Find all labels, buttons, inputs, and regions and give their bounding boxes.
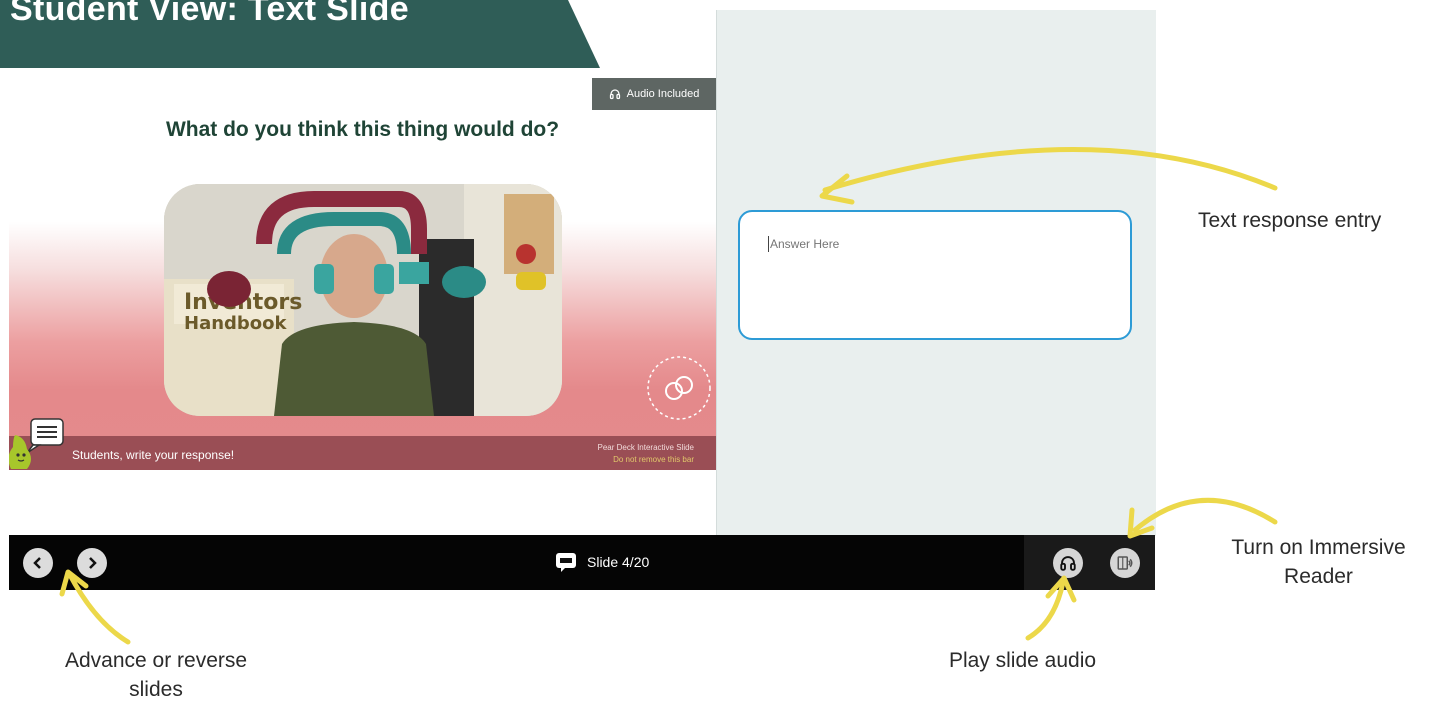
annotation-navigation: Advance or reverse slides <box>36 646 276 705</box>
annotation-immersive-reader-line2: Reader <box>1284 565 1353 589</box>
annotation-navigation-line1: Advance or reverse <box>64 649 248 672</box>
annotation-immersive-reader-line1: Turn on Immersive <box>1231 536 1406 559</box>
annotation-text-response: Text response entry <box>1198 209 1382 232</box>
annotation-immersive-reader: Turn on Immersive Reader <box>1200 533 1437 592</box>
annotation-arrows <box>59 147 1278 645</box>
annotation-audio: Play slide audio <box>948 649 1097 672</box>
annotation-navigation-line2: slides <box>129 678 183 702</box>
